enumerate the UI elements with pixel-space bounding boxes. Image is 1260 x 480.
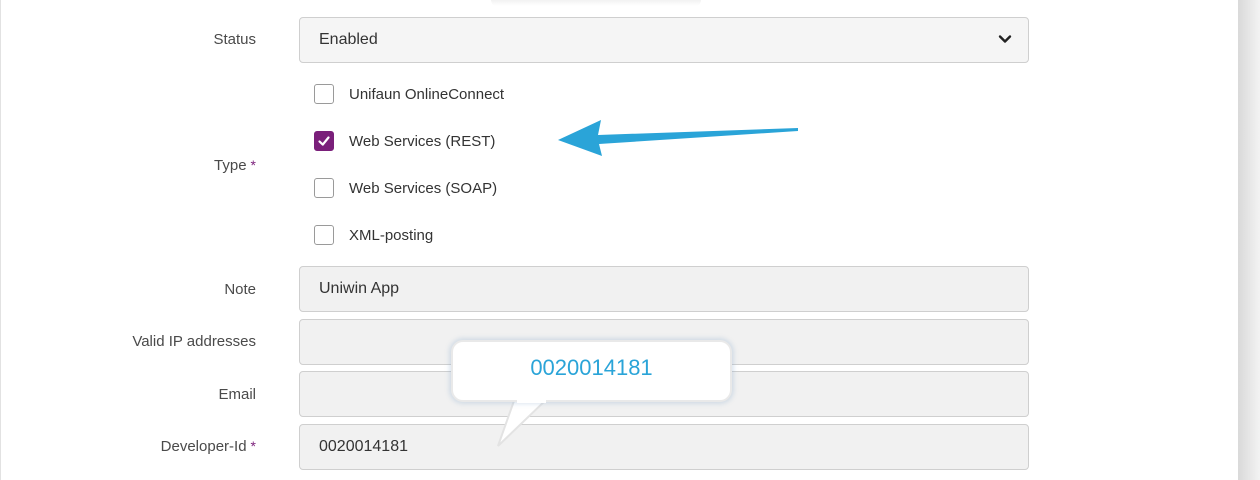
checkbox[interactable] (314, 178, 334, 198)
status-label: Status (213, 31, 256, 48)
email-label: Email (218, 386, 256, 403)
checkbox-label: Web Services (REST) (349, 132, 496, 150)
checkbox-label: Unifaun OnlineConnect (349, 85, 505, 103)
status-value: Enabled (319, 31, 378, 48)
status-select[interactable]: Enabled (299, 17, 1029, 63)
type-option-xml-posting[interactable]: XML-posting (314, 225, 433, 245)
settings-panel: Status Enabled Type * Unifaun OnlineConne… (0, 0, 1239, 480)
page-edge-shadow (1238, 0, 1260, 480)
callout-tail-join (517, 397, 546, 403)
callout-bubble: 0020014181 (451, 340, 732, 402)
checkmark-icon (318, 136, 330, 146)
checkbox-checked[interactable] (314, 131, 334, 151)
type-option-web-services-rest[interactable]: Web Services (REST) (314, 131, 495, 151)
note-label: Note (224, 281, 256, 298)
type-option-unifaun-onlineconnect[interactable]: Unifaun OnlineConnect (314, 84, 504, 104)
developer-id-label: Developer-Id * (160, 438, 256, 455)
type-option-web-services-soap[interactable]: Web Services (SOAP) (314, 178, 497, 198)
developer-id-input[interactable]: 0020014181 (299, 424, 1029, 470)
note-input[interactable]: Uniwin App (299, 266, 1029, 312)
callout-text: 0020014181 (530, 355, 653, 380)
chevron-down-icon (998, 35, 1012, 43)
valid-ip-label: Valid IP addresses (132, 333, 256, 350)
required-mark: * (250, 157, 256, 173)
note-value: Uniwin App (319, 280, 400, 297)
top-shade (491, 0, 701, 6)
checkbox-label: XML-posting (349, 226, 434, 244)
type-label: Type * (214, 157, 256, 174)
developer-id-value: 0020014181 (319, 438, 408, 455)
checkbox-label: Web Services (SOAP) (349, 179, 498, 197)
checkbox[interactable] (314, 84, 334, 104)
checkbox[interactable] (314, 225, 334, 245)
required-mark: * (250, 438, 256, 454)
